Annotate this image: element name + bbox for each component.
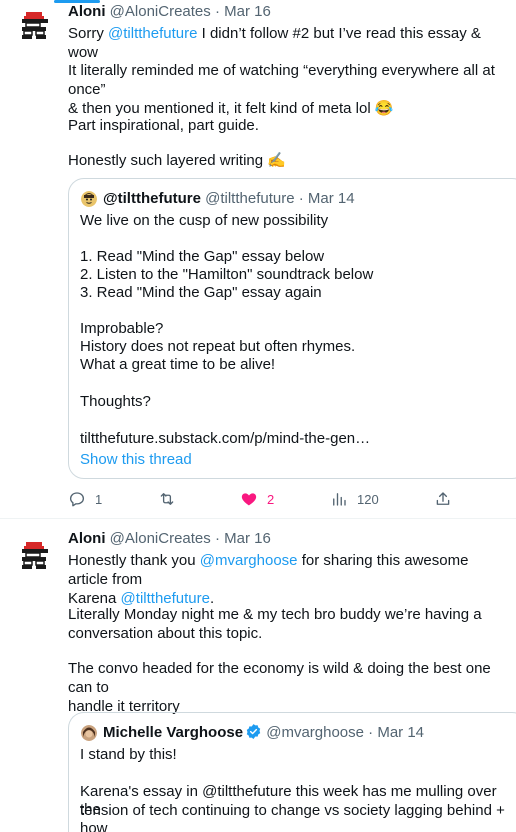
quote-avatar	[81, 191, 97, 207]
tweet[interactable]: Aloni @AloniCreates · Mar 16 Sorry @tilt…	[0, 0, 516, 518]
reply-icon	[69, 492, 85, 507]
quote-author-name[interactable]: @tiltthefuture	[103, 190, 201, 207]
text-line: It literally reminded me of watching “ev…	[68, 62, 495, 98]
text-segment: Sorry	[68, 25, 109, 42]
reply-count: 1	[95, 491, 103, 507]
text-segment: Honestly thank you	[68, 552, 200, 569]
show-thread-link[interactable]: Show this thread	[80, 451, 516, 469]
tweet[interactable]: Aloni @AloniCreates · Mar 16 Honestly th…	[0, 519, 516, 832]
retweet-icon	[160, 493, 174, 505]
tweet-text-paragraph: The convo headed for the economy is wild…	[68, 659, 512, 716]
quoted-tweet[interactable]: Michelle Varghoose @mvarghoose · Mar 14 …	[68, 712, 516, 832]
quote-author-name[interactable]: Michelle Varghoose	[103, 724, 243, 741]
quote-author-handle[interactable]: @tiltthefuture	[205, 190, 294, 207]
tweet-text-paragraph: Honestly such layered writing ✍️	[68, 152, 286, 169]
quote-text-line: 3. Read "Mind the Gap" essay again	[80, 284, 322, 301]
author-handle[interactable]: @AloniCreates	[110, 530, 211, 547]
tweet-header: Aloni @AloniCreates · Mar 16	[68, 2, 271, 22]
separator-dot: ·	[368, 724, 374, 741]
tweet-text-paragraph: Honestly thank you @mvarghoose for shari…	[68, 551, 512, 608]
pixel-mario-avatar-icon	[22, 12, 48, 39]
view-count: 120	[357, 491, 379, 507]
views-button[interactable]: 120	[330, 488, 379, 510]
profile-photo-avatar-icon	[81, 725, 97, 741]
quote-text-line: Improbable?	[80, 320, 164, 337]
text-line: Literally Monday night me & my tech bro …	[68, 606, 482, 623]
pixel-mario-avatar-icon	[22, 542, 48, 569]
cartoon-face-avatar-icon	[81, 191, 97, 207]
quote-text-line: 1. Read "Mind the Gap" essay below	[80, 248, 325, 265]
author-name[interactable]: Aloni	[68, 3, 106, 20]
avatar[interactable]	[16, 4, 56, 44]
separator-dot: ·	[214, 3, 220, 20]
quote-link-line: tiltthefuture.substack.com/p/mind-the-ge…	[80, 430, 371, 447]
quote-text-line: We live on the cusp of new possibility	[80, 212, 329, 229]
quote-avatar	[81, 725, 97, 741]
quote-header: Michelle Varghoose @mvarghoose · Mar 14	[103, 723, 424, 743]
tweet-text-paragraph: Sorry @tiltthefuture I didn’t follow #2 …	[68, 24, 512, 62]
quote-date: Mar 14	[377, 724, 425, 741]
heart-filled-icon	[241, 493, 257, 506]
quote-text-line: What a great time to be alive!	[80, 356, 276, 373]
text-line: The convo headed for the economy is wild…	[68, 660, 491, 696]
mention-link[interactable]: @mvarghoose	[200, 552, 298, 569]
tweet-text-paragraph: It literally reminded me of watching “ev…	[68, 61, 512, 118]
avatar[interactable]	[16, 534, 56, 574]
reply-button[interactable]: 1	[68, 488, 102, 510]
tweet-text-paragraph: Part inspirational, part guide.	[68, 117, 259, 134]
tweet-header: Aloni @AloniCreates · Mar 16	[68, 529, 271, 549]
bar-chart-icon	[333, 493, 346, 506]
mention-link[interactable]: @tiltthefuture	[108, 25, 197, 42]
share-button[interactable]	[434, 488, 452, 510]
text-line: conversation about this topic.	[68, 625, 263, 642]
share-icon	[436, 492, 450, 505]
quote-text-line: tension of tech continuing to change vs …	[80, 802, 505, 832]
quote-text-line: History does not repeat but often rhymes…	[80, 338, 356, 355]
quote-header: @tiltthefuture @tiltthefuture · Mar 14	[103, 189, 355, 209]
like-button[interactable]: 2	[240, 488, 274, 510]
like-count: 2	[267, 491, 275, 507]
quote-text-line: I stand by this!	[80, 746, 177, 763]
tweet-text-paragraph: Literally Monday night me & my tech bro …	[68, 605, 512, 643]
author-handle[interactable]: @AloniCreates	[110, 3, 211, 20]
quote-author-handle[interactable]: @mvarghoose	[266, 724, 364, 741]
separator-dot: ·	[298, 190, 304, 207]
author-name[interactable]: Aloni	[68, 530, 106, 547]
tweet-actions: 1 2 120	[68, 488, 512, 510]
separator-dot: ·	[214, 530, 220, 547]
tweet-date[interactable]: Mar 16	[224, 3, 271, 20]
text-line: Honestly thank you @mvarghoose for shari…	[68, 551, 512, 589]
quote-text-line: Thoughts?	[80, 393, 151, 410]
verified-badge-icon	[246, 724, 261, 739]
quoted-tweet[interactable]: @tiltthefuture @tiltthefuture · Mar 14 W…	[68, 178, 516, 479]
quote-text-line: 2. Listen to the "Hamilton" soundtrack b…	[80, 266, 374, 283]
tweet-date[interactable]: Mar 16	[224, 530, 271, 547]
quote-date: Mar 14	[307, 190, 355, 207]
retweet-button[interactable]	[158, 488, 185, 510]
